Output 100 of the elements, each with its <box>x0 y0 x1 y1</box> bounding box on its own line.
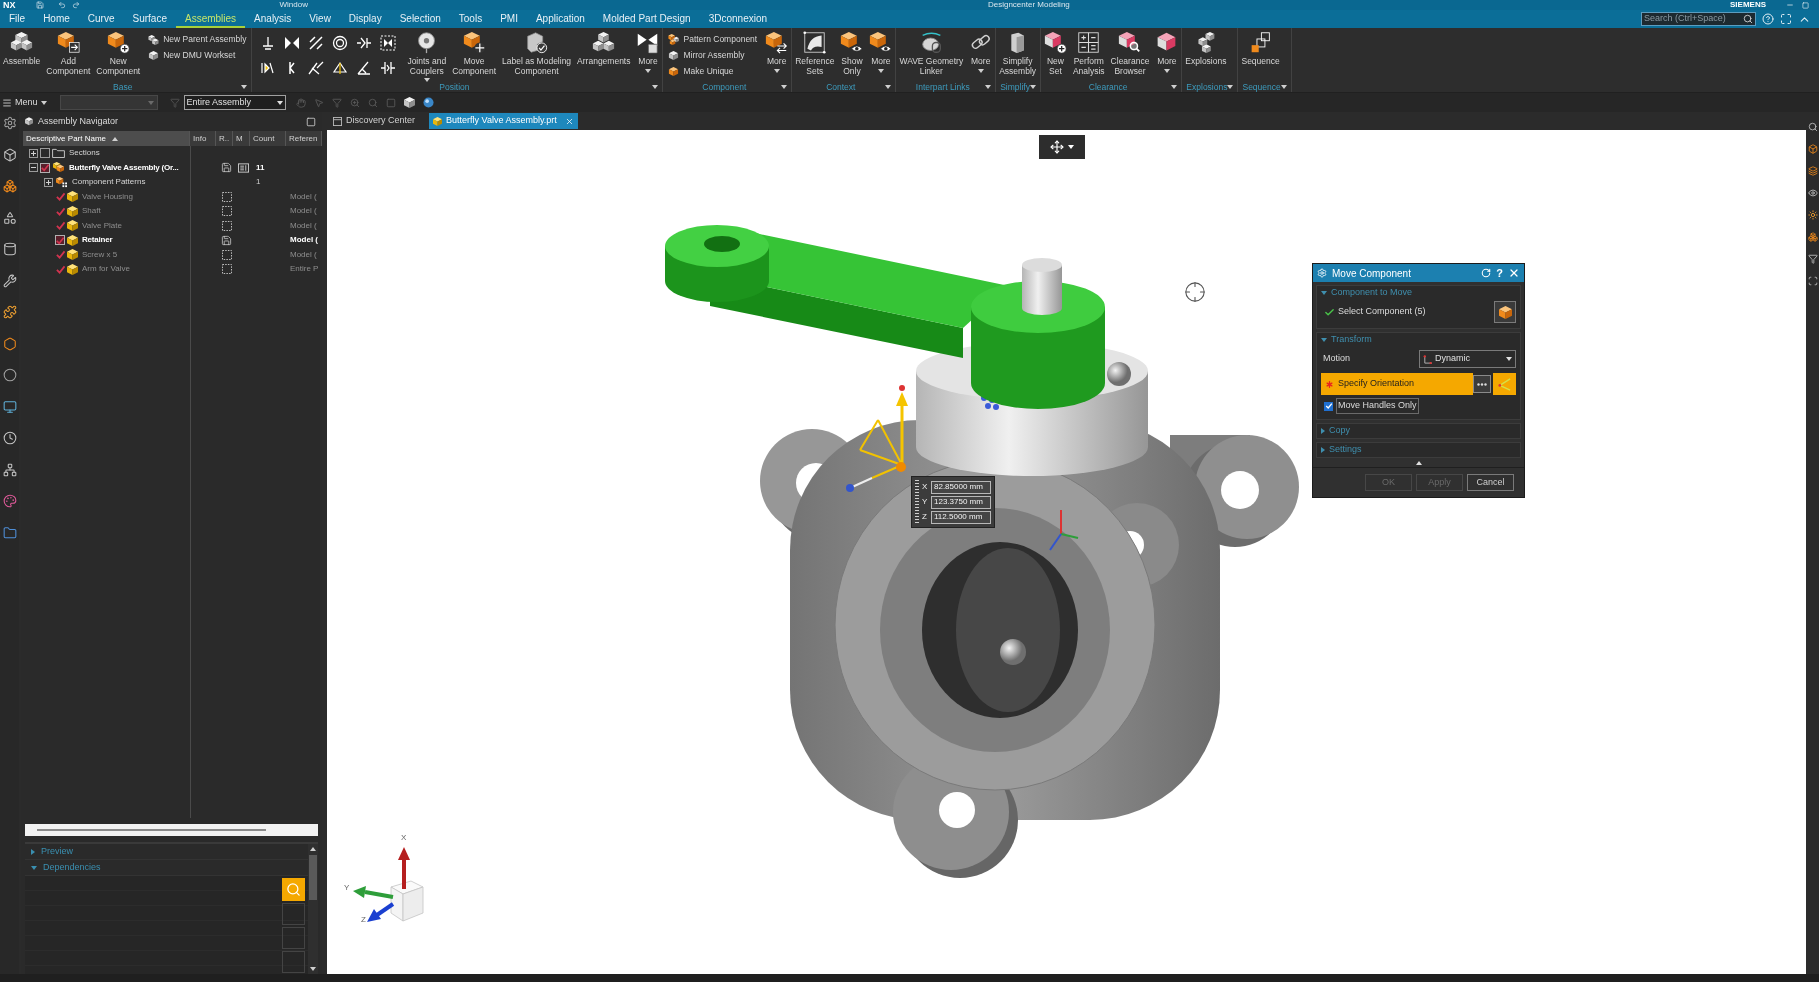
menu-tab[interactable]: Application <box>526 10 594 28</box>
monitor-icon[interactable] <box>2 399 17 414</box>
menu-tab[interactable]: Surface <box>123 10 176 28</box>
column-header[interactable]: M <box>233 131 250 146</box>
menu-tab[interactable]: Home <box>34 10 79 28</box>
ribbon-button[interactable]: Simplify Assembly <box>996 28 1040 76</box>
part-name[interactable]: Retainer <box>82 234 113 247</box>
expand-toggle[interactable] <box>29 148 38 158</box>
cylinder-icon[interactable] <box>2 242 17 256</box>
expand-toggle[interactable] <box>29 163 38 173</box>
dialog-button[interactable]: Cancel <box>1467 474 1514 491</box>
folder-icon[interactable] <box>2 525 17 540</box>
ribbon-button[interactable]: More <box>633 28 663 73</box>
selection-row[interactable]: Specify Orientation <box>1321 373 1473 395</box>
column-header[interactable]: Count <box>250 131 286 146</box>
column-header[interactable]: Descriptive Part Name <box>23 131 190 146</box>
constraint-icon[interactable] <box>260 60 277 76</box>
save-icon[interactable] <box>35 1 44 9</box>
ribbon-menu-item[interactable]: New DMU Workset <box>148 47 247 63</box>
section-header[interactable]: Component to Move <box>1317 286 1520 300</box>
shapes-icon[interactable] <box>2 210 17 225</box>
circle-icon[interactable] <box>2 368 17 382</box>
ribbon-menu-item[interactable]: New Parent Assembly <box>148 31 247 47</box>
filter-icon[interactable] <box>1807 254 1818 264</box>
expand-toggle[interactable] <box>44 177 53 187</box>
options-button[interactable] <box>1473 375 1491 393</box>
reset-icon[interactable] <box>1481 268 1492 278</box>
ribbon-button[interactable]: Label as Modeling Component <box>499 28 575 76</box>
visibility-checkbox[interactable] <box>55 249 65 260</box>
document-tab[interactable]: Discovery Center <box>329 113 420 129</box>
layers-icon[interactable] <box>1807 166 1818 176</box>
visibility-checkbox[interactable] <box>55 264 65 275</box>
ribbon-button[interactable]: New Set <box>1040 28 1070 76</box>
cube-icon[interactable] <box>403 97 415 108</box>
constraint-icon[interactable] <box>356 60 373 76</box>
hexagon-icon[interactable] <box>2 336 17 351</box>
menu-tab[interactable]: View <box>300 10 340 28</box>
ribbon-button[interactable]: New Component <box>93 28 144 76</box>
menu-tab[interactable]: Molded Part Design <box>593 10 700 28</box>
menu-tab[interactable]: Curve <box>78 10 124 28</box>
fullscreen-icon[interactable] <box>1780 13 1792 25</box>
ribbon-button[interactable]: Add Component <box>43 28 94 76</box>
visibility-checkbox[interactable] <box>55 191 65 202</box>
grip-handle[interactable] <box>915 480 919 524</box>
ribbon-button[interactable]: Joints and Couplers <box>404 28 450 82</box>
scan-icon[interactable] <box>1807 276 1818 286</box>
part-name[interactable]: Valve Housing <box>82 190 133 203</box>
visibility-checkbox[interactable] <box>55 220 65 231</box>
menu-tab[interactable]: Analysis <box>245 10 301 28</box>
column-header[interactable]: Referen <box>286 131 322 146</box>
section-header[interactable]: Settings <box>1317 443 1520 457</box>
visibility-checkbox[interactable] <box>40 148 50 159</box>
visibility-checkbox[interactable] <box>55 206 65 217</box>
cubes-icon[interactable] <box>1807 232 1818 242</box>
coordinate-field[interactable]: 112.5000 mm <box>931 510 991 524</box>
sphere-icon[interactable] <box>422 97 434 108</box>
part-name[interactable]: Valve Plate <box>82 219 122 232</box>
document-tab[interactable]: Butterfly Valve Assembly.prt <box>429 113 578 129</box>
search-icon[interactable] <box>1807 122 1818 132</box>
ribbon-button[interactable]: Sequence <box>1238 28 1283 67</box>
part-name[interactable]: Sections <box>69 147 100 160</box>
part-name[interactable]: Butterfly Valve Assembly (Or... <box>69 161 179 174</box>
coordinate-field[interactable]: 82.85000 mm <box>931 480 991 494</box>
horizontal-scrollbar[interactable] <box>25 824 318 836</box>
part-name[interactable]: Arm for Valve <box>82 263 130 276</box>
ribbon-menu-item[interactable]: Make Unique <box>668 63 758 79</box>
part-name[interactable]: Component Patterns <box>72 176 146 189</box>
menu-tab[interactable]: Tools <box>449 10 492 28</box>
part-name[interactable]: Shaft <box>82 205 101 218</box>
gear-icon[interactable] <box>2 116 17 130</box>
cube-icon[interactable] <box>2 147 17 162</box>
network-icon[interactable] <box>2 462 17 477</box>
move-menu-button[interactable] <box>1039 135 1085 159</box>
ribbon-button[interactable]: Reference Sets <box>792 28 838 76</box>
undo-icon[interactable] <box>57 1 66 9</box>
checkbox-label[interactable]: Move Handles Only <box>1336 398 1419 414</box>
menu-tab[interactable]: File <box>0 10 35 28</box>
column-header[interactable]: R.. <box>216 131 233 146</box>
constraint-icon[interactable] <box>284 35 301 51</box>
constraint-icon[interactable] <box>308 35 325 51</box>
constraint-icon[interactable] <box>332 60 349 76</box>
palette-icon[interactable] <box>2 494 17 508</box>
ribbon-button[interactable]: Move Component <box>449 28 500 76</box>
close-icon[interactable] <box>1508 267 1520 279</box>
coordinate-field[interactable]: 123.3750 mm <box>931 495 991 509</box>
ribbon-button[interactable]: Clearance Browser <box>1107 28 1153 76</box>
panel-header[interactable]: Preview <box>25 844 308 860</box>
ribbon-button[interactable]: Show Only <box>837 28 867 76</box>
vertical-scrollbar[interactable] <box>308 844 318 974</box>
redo-icon[interactable] <box>71 1 80 9</box>
ribbon-button[interactable]: More <box>866 28 896 73</box>
ribbon-button[interactable]: Explosions <box>1182 28 1230 67</box>
cubes-icon[interactable] <box>2 179 17 193</box>
ribbon-menu-item[interactable]: Pattern Component <box>668 31 758 47</box>
constraint-icon[interactable] <box>380 60 397 76</box>
clock-icon[interactable] <box>2 431 17 445</box>
constraint-icon[interactable] <box>380 35 397 51</box>
menu-tab[interactable]: Display <box>339 10 391 28</box>
column-header[interactable]: Info <box>190 131 216 146</box>
help-icon[interactable] <box>1762 13 1774 25</box>
